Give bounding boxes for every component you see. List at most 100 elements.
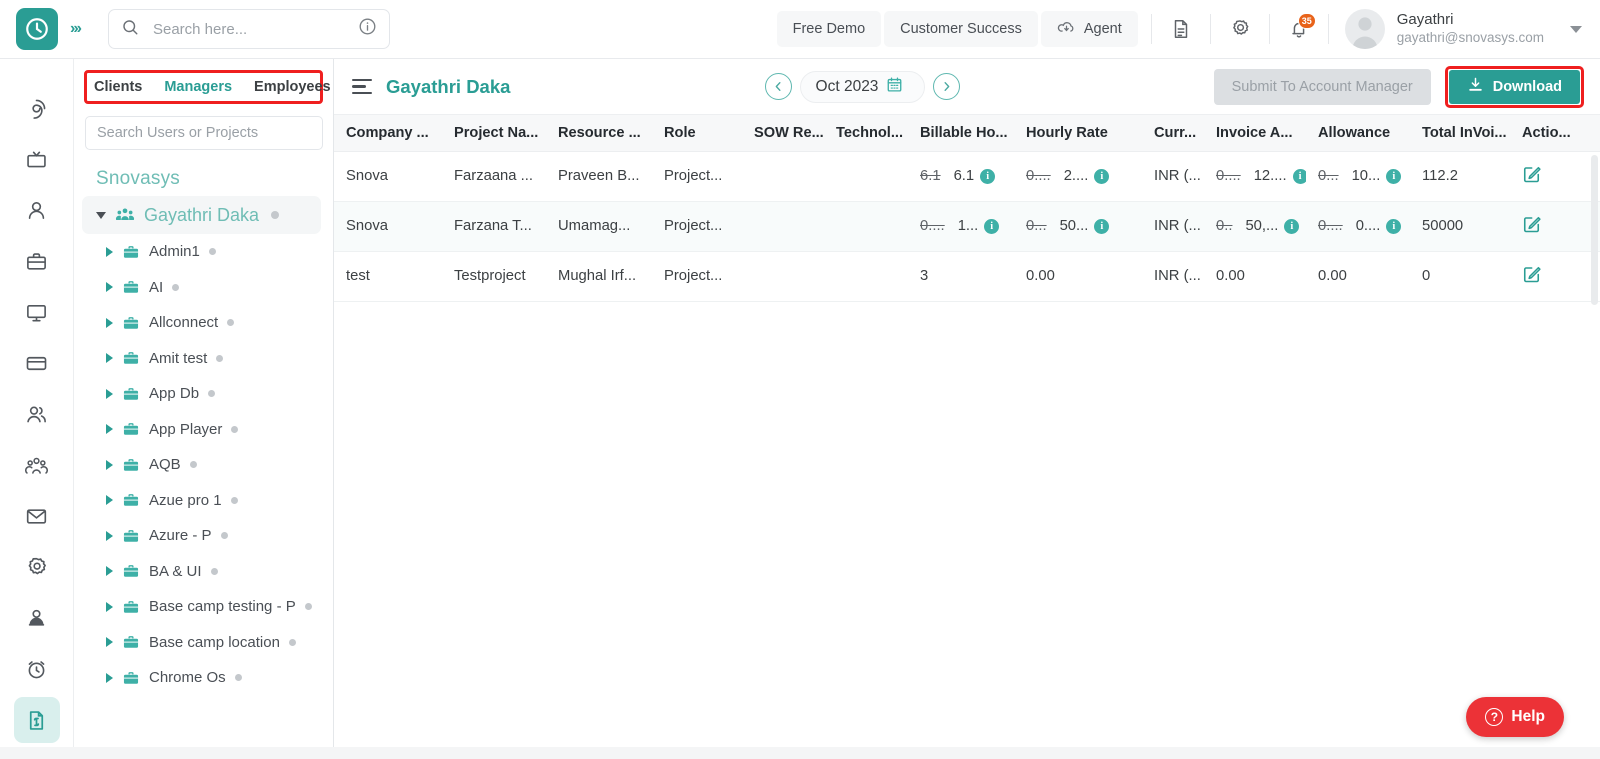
chevron-right-icon[interactable] [106,602,113,612]
sidebar-item-briefcase-icon[interactable] [14,238,60,284]
tab-employees[interactable]: Employees [254,79,331,95]
sidebar-item-mail-icon[interactable] [14,493,60,539]
document-icon[interactable] [1162,10,1200,48]
clock-logo-icon[interactable] [16,8,58,50]
status-dot [235,674,242,681]
sidebar-item-monitor-icon[interactable] [14,289,60,335]
chevron-left-circle-icon[interactable] [765,73,792,100]
double-chevron-right-icon[interactable]: ››› [70,20,80,38]
global-search-bar[interactable] [108,9,390,49]
table-row[interactable]: SnovaFarzana T...Umamag...Project...0...… [334,201,1600,251]
chevron-right-icon[interactable] [106,247,113,257]
chevron-right-icon[interactable] [106,637,113,647]
user-info[interactable]: Gayathri gayathri@snovasys.com [1397,11,1544,47]
tree-node[interactable]: App Player [74,412,333,448]
column-header-currency[interactable]: Curr... [1142,115,1204,151]
chevron-right-icon[interactable] [106,424,113,434]
search-input[interactable] [153,21,358,38]
bell-icon[interactable]: 35 [1280,10,1318,48]
info-circle-icon[interactable] [358,17,377,41]
tree-root-node[interactable]: Gayathri Daka [82,196,321,234]
tree-node[interactable]: BA & UI [74,554,333,590]
info-icon[interactable]: i [980,169,995,184]
info-icon[interactable]: i [1284,219,1299,234]
avatar[interactable] [1345,9,1385,49]
table-row[interactable]: testTestprojectMughal Irf...Project...30… [334,251,1600,301]
agent-button[interactable]: Agent [1041,11,1138,47]
chevron-down-icon[interactable] [1570,26,1582,33]
download-button[interactable]: Download [1449,70,1580,104]
hamburger-menu-icon[interactable] [352,79,372,94]
allowance-previous: 0.... [1318,218,1343,234]
chevron-right-icon[interactable] [106,566,113,576]
tree-node[interactable]: Azure - P [74,518,333,554]
sidebar-item-gear-icon[interactable] [14,544,60,590]
gear-icon[interactable] [1221,10,1259,48]
chevron-right-icon[interactable] [106,495,113,505]
chevron-right-icon[interactable] [106,318,113,328]
column-header-billable-hours[interactable]: Billable Ho... [908,115,1014,151]
free-demo-button[interactable]: Free Demo [777,11,882,47]
column-header-sow-reference[interactable]: SOW Re... [742,115,824,151]
edit-icon[interactable] [1522,214,1542,234]
sidebar-item-credit-card-icon[interactable] [14,340,60,386]
customer-success-button[interactable]: Customer Success [884,11,1038,47]
period-selector[interactable]: Oct 2023 [800,71,925,103]
tab-clients[interactable]: Clients [94,79,142,95]
invoice-table-scroll[interactable]: Company ... Project Na... Resource ... R… [334,115,1600,759]
chevron-right-icon[interactable] [106,673,113,683]
tree-node[interactable]: Chrome Os [74,660,333,696]
tree-node[interactable]: App Db [74,376,333,412]
info-icon[interactable]: i [1386,219,1401,234]
column-header-invoice-amount[interactable]: Invoice A... [1204,115,1306,151]
chevron-down-icon[interactable] [96,212,106,219]
tree-node-label: AQB [149,456,181,473]
tree-root-label: Gayathri Daka [144,205,259,226]
submit-to-account-manager-button[interactable]: Submit To Account Manager [1214,69,1431,105]
column-header-resource[interactable]: Resource ... [546,115,652,151]
column-header-role[interactable]: Role [652,115,742,151]
table-vertical-scrollbar[interactable] [1591,155,1598,305]
sidebar-item-alarm-clock-icon[interactable] [14,646,60,692]
info-icon[interactable]: i [1094,219,1109,234]
info-icon[interactable]: i [1293,169,1306,184]
sidebar-item-invoice-document-icon[interactable] [14,697,60,743]
chevron-right-circle-icon[interactable] [933,73,960,100]
tree-node[interactable]: Amit test [74,341,333,377]
column-header-action[interactable]: Actio... [1510,115,1600,151]
tree-node[interactable]: AI [74,270,333,306]
sidebar-item-tv-icon[interactable] [14,136,60,182]
cell-technology [824,251,908,301]
sidebar-item-person-icon[interactable] [14,187,60,233]
tab-managers[interactable]: Managers [164,79,232,95]
chevron-right-icon[interactable] [106,531,113,541]
info-icon[interactable]: i [1386,169,1401,184]
tree-node[interactable]: Base camp location [74,625,333,661]
sidebar-item-users-icon[interactable] [14,391,60,437]
column-header-company[interactable]: Company ... [334,115,442,151]
tree-search-input[interactable] [85,116,323,150]
column-header-allowance[interactable]: Allowance [1306,115,1410,151]
info-icon[interactable]: i [984,219,999,234]
chevron-right-icon[interactable] [106,389,113,399]
sidebar-item-user-badge-icon[interactable] [14,595,60,641]
column-header-hourly-rate[interactable]: Hourly Rate [1014,115,1142,151]
info-icon[interactable]: i [1094,169,1109,184]
chevron-right-icon[interactable] [106,353,113,363]
table-row[interactable]: SnovaFarzaana ...Praveen B...Project...6… [334,151,1600,201]
tree-node[interactable]: Allconnect [74,305,333,341]
tree-node[interactable]: Azue pro 1 [74,483,333,519]
chevron-right-icon[interactable] [106,282,113,292]
column-header-technology[interactable]: Technol... [824,115,908,151]
edit-icon[interactable] [1522,164,1542,184]
tree-node[interactable]: AQB [74,447,333,483]
help-button[interactable]: ? Help [1466,697,1564,737]
column-header-project-name[interactable]: Project Na... [442,115,546,151]
sidebar-item-team-group-icon[interactable] [14,442,60,488]
column-header-total-invoice[interactable]: Total InVoi... [1410,115,1510,151]
sidebar-item-spiral-icon[interactable] [14,85,60,131]
tree-node[interactable]: Admin1 [74,234,333,270]
tree-node[interactable]: Base camp testing - P [74,589,333,625]
chevron-right-icon[interactable] [106,460,113,470]
edit-icon[interactable] [1522,264,1542,284]
